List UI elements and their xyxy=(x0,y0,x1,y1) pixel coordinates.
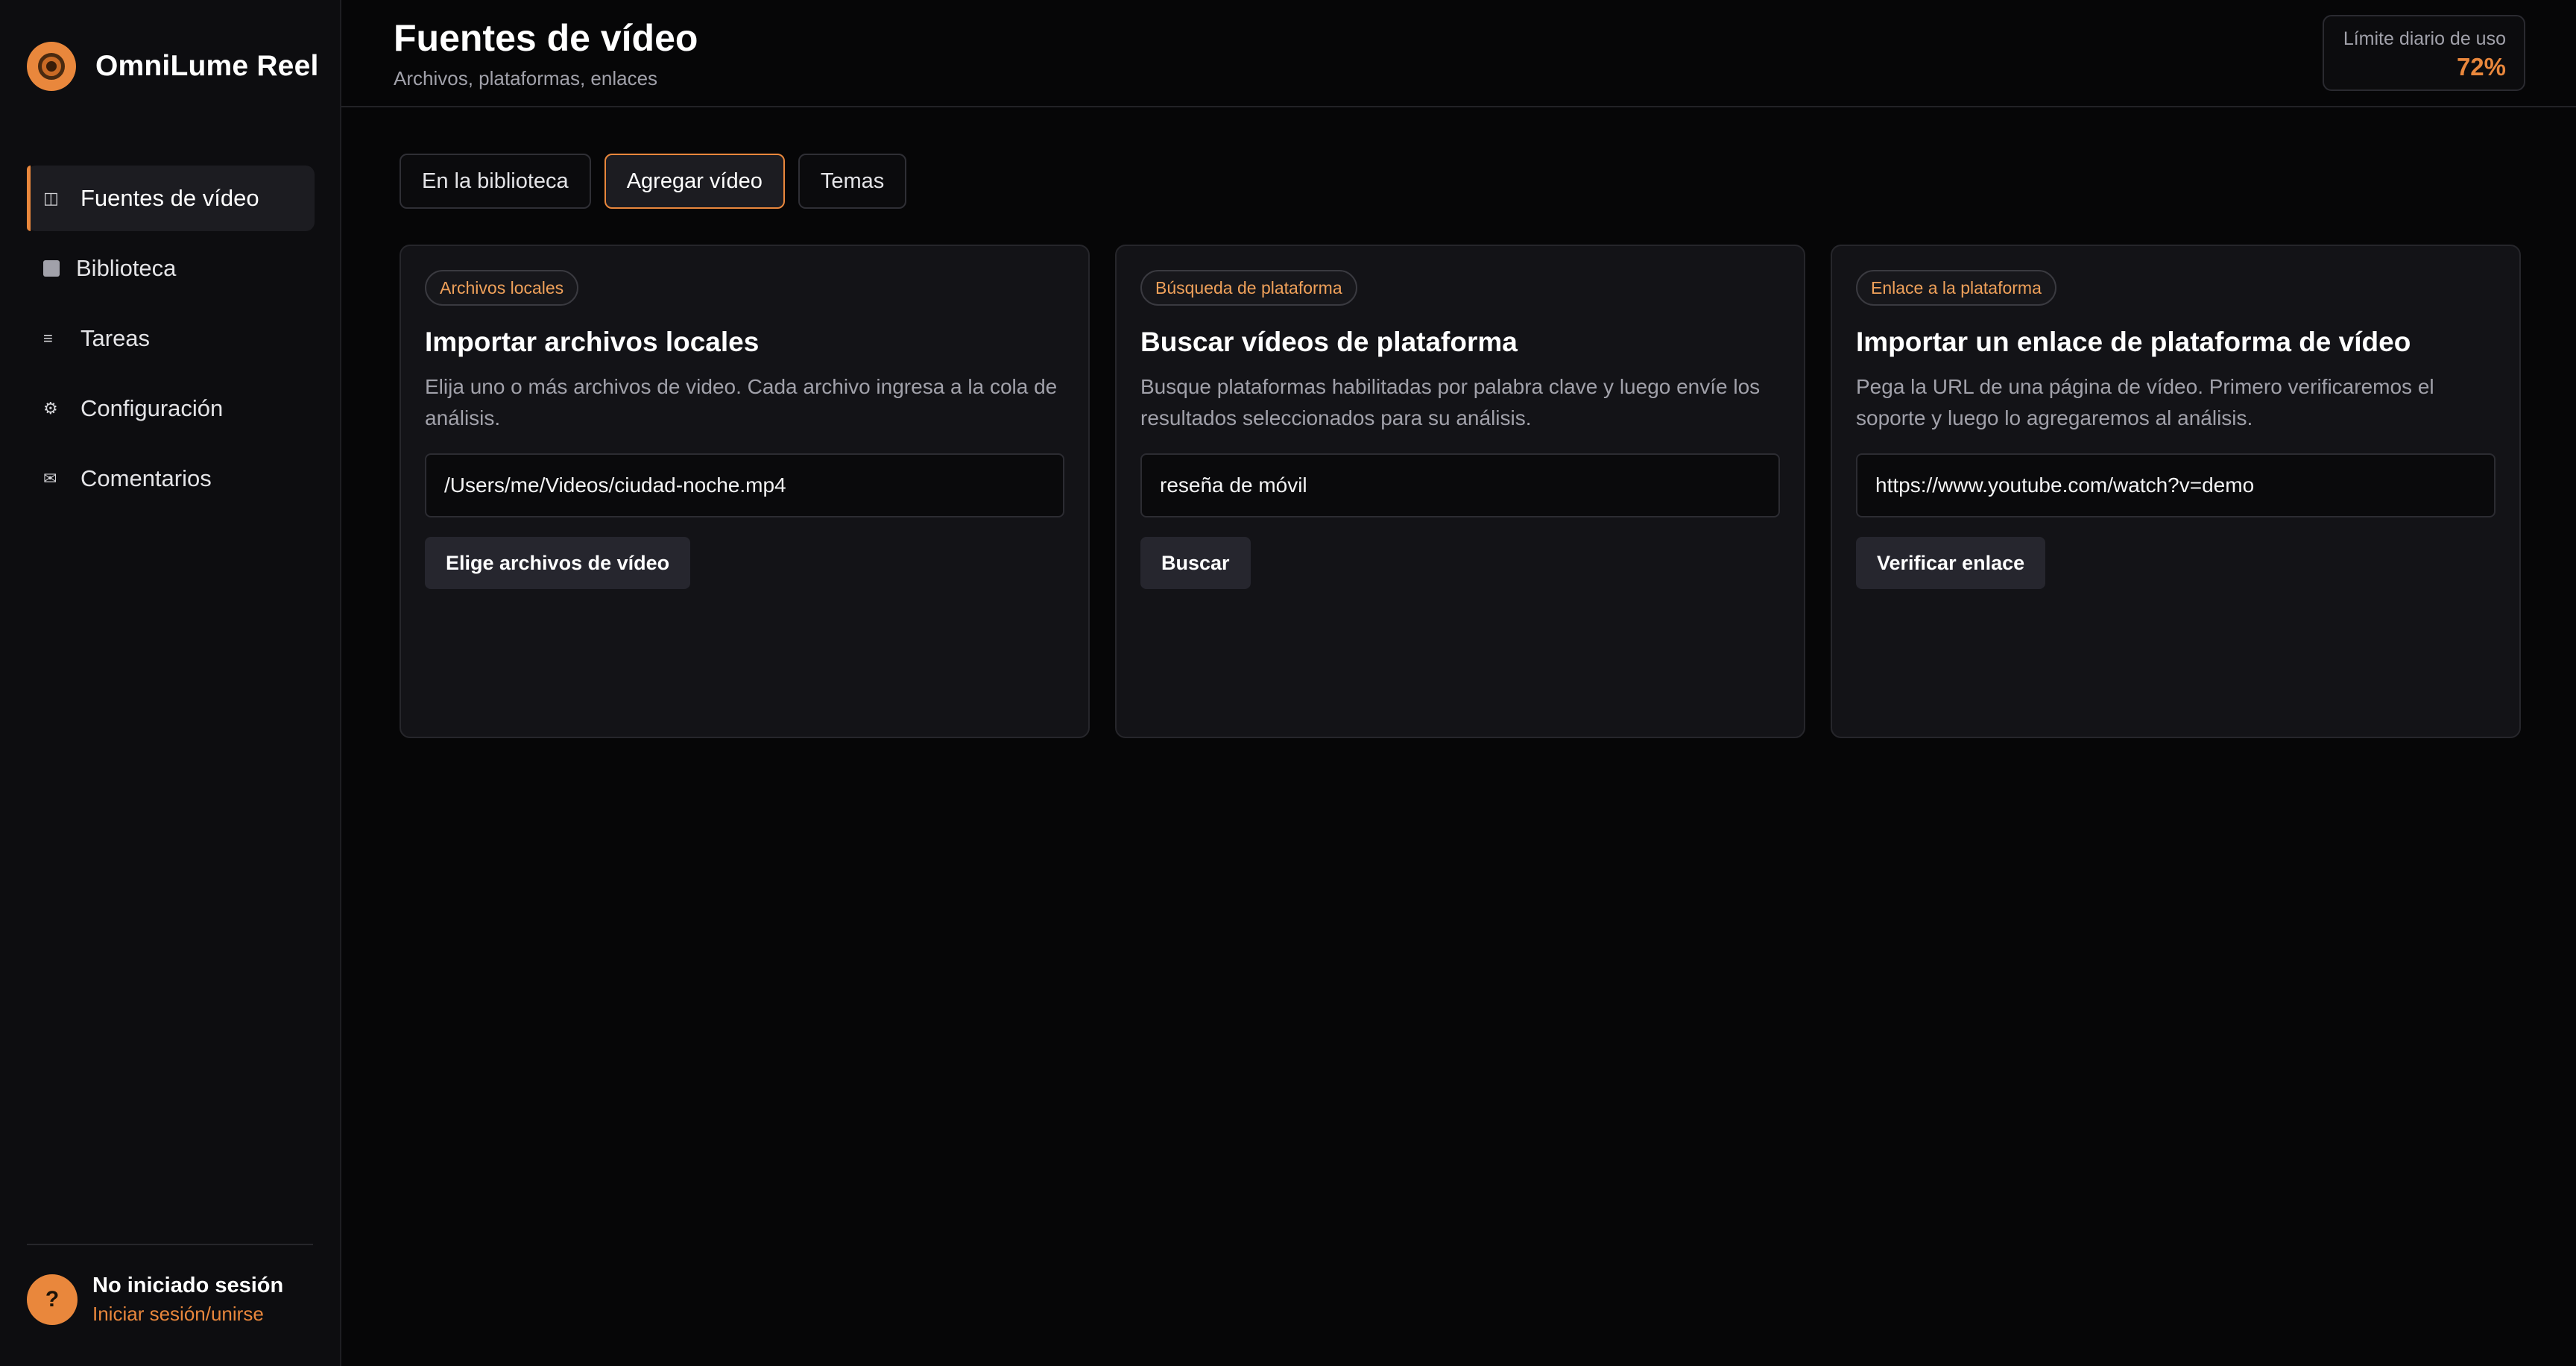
search-button[interactable]: Buscar xyxy=(1140,537,1251,589)
page-subtitle: Archivos, plataformas, enlaces xyxy=(394,67,658,89)
card-badge: Archivos locales xyxy=(425,270,579,306)
sidebar-item-label: Fuentes de vídeo xyxy=(80,185,259,211)
panel-icon: ◫ xyxy=(43,189,59,207)
card-title: Buscar vídeos de plataforma xyxy=(1140,327,1518,357)
card-title: Importar archivos locales xyxy=(425,327,760,357)
mail-icon: ✉ xyxy=(43,469,57,488)
usage-value: 72% xyxy=(2456,53,2506,81)
avatar[interactable]: ? xyxy=(27,1274,78,1325)
square-icon xyxy=(43,260,60,277)
app-window: OmniLume Reel ◫ Fuentes de vídeo Bibliot… xyxy=(0,0,2576,1366)
brand-logo-icon xyxy=(27,42,76,91)
user-panel[interactable]: ? No iniciado sesión Iniciar sesión/unir… xyxy=(27,1274,283,1326)
sidebar-item-label: Configuración xyxy=(80,395,224,421)
page-header: Fuentes de vídeo Archivos, plataformas, … xyxy=(341,0,2576,107)
sidebar-item-label: Tareas xyxy=(80,325,151,351)
card-platform-search: Búsqueda de plataforma Buscar vídeos de … xyxy=(1115,245,1805,738)
card-description: Busque plataformas habilitadas por palab… xyxy=(1140,375,1761,429)
sidebar-item-label: Comentarios xyxy=(80,465,212,491)
brand-name: OmniLume Reel xyxy=(95,50,319,82)
tab-temas[interactable]: Temas xyxy=(798,154,907,209)
main-content: Fuentes de vídeo Archivos, plataformas, … xyxy=(341,0,2576,1366)
sidebar-item-label: Biblioteca xyxy=(76,255,177,281)
card-badge: Búsqueda de plataforma xyxy=(1140,270,1357,306)
card-description: Pega la URL de una página de vídeo. Prim… xyxy=(1856,375,2434,429)
file-path-input[interactable]: /Users/me/Videos/ciudad-noche.mp4 xyxy=(425,453,1064,517)
card-platform-link: Enlace a la plataforma Importar un enlac… xyxy=(1831,245,2521,738)
sidebar-divider xyxy=(27,1244,313,1245)
sidebar: OmniLume Reel ◫ Fuentes de vídeo Bibliot… xyxy=(0,0,341,1366)
list-icon: ≡ xyxy=(43,329,53,347)
sidebar-nav: ◫ Fuentes de vídeo Biblioteca ≡ Tareas ⚙… xyxy=(27,166,315,516)
sign-in-link[interactable]: Iniciar sesión/unirse xyxy=(92,1303,283,1326)
card-badge: Enlace a la plataforma xyxy=(1856,270,2056,306)
user-status: No iniciado sesión xyxy=(92,1274,284,1297)
source-cards: Archivos locales Importar archivos local… xyxy=(400,245,2521,738)
card-title: Importar un enlace de plataforma de víde… xyxy=(1856,327,2411,357)
usage-label: Límite diario de uso xyxy=(2343,28,2506,49)
gear-icon: ⚙ xyxy=(43,399,58,418)
search-input[interactable]: reseña de móvil xyxy=(1140,453,1780,517)
brand[interactable]: OmniLume Reel xyxy=(27,42,319,91)
sidebar-item-comentarios[interactable]: ✉ Comentarios xyxy=(27,446,315,512)
card-description: Elija uno o más archivos de video. Cada … xyxy=(425,375,1058,429)
url-input[interactable]: https://www.youtube.com/watch?v=demo xyxy=(1856,453,2496,517)
usage-meter: Límite diario de uso 72% xyxy=(2323,15,2525,91)
sidebar-item-biblioteca[interactable]: Biblioteca xyxy=(27,236,315,301)
tab-en-la-biblioteca[interactable]: En la biblioteca xyxy=(400,154,591,209)
sidebar-item-tareas[interactable]: ≡ Tareas xyxy=(27,306,315,371)
tab-bar: En la biblioteca Agregar vídeo Temas xyxy=(400,154,920,209)
sidebar-item-configuracion[interactable]: ⚙ Configuración xyxy=(27,376,315,441)
page-title: Fuentes de vídeo xyxy=(394,17,698,59)
choose-files-button[interactable]: Elige archivos de vídeo xyxy=(425,537,691,589)
sidebar-item-fuentes[interactable]: ◫ Fuentes de vídeo xyxy=(27,166,315,231)
tab-agregar-video[interactable]: Agregar vídeo xyxy=(604,154,785,209)
card-local-files: Archivos locales Importar archivos local… xyxy=(400,245,1090,738)
verify-link-button[interactable]: Verificar enlace xyxy=(1856,537,2046,589)
